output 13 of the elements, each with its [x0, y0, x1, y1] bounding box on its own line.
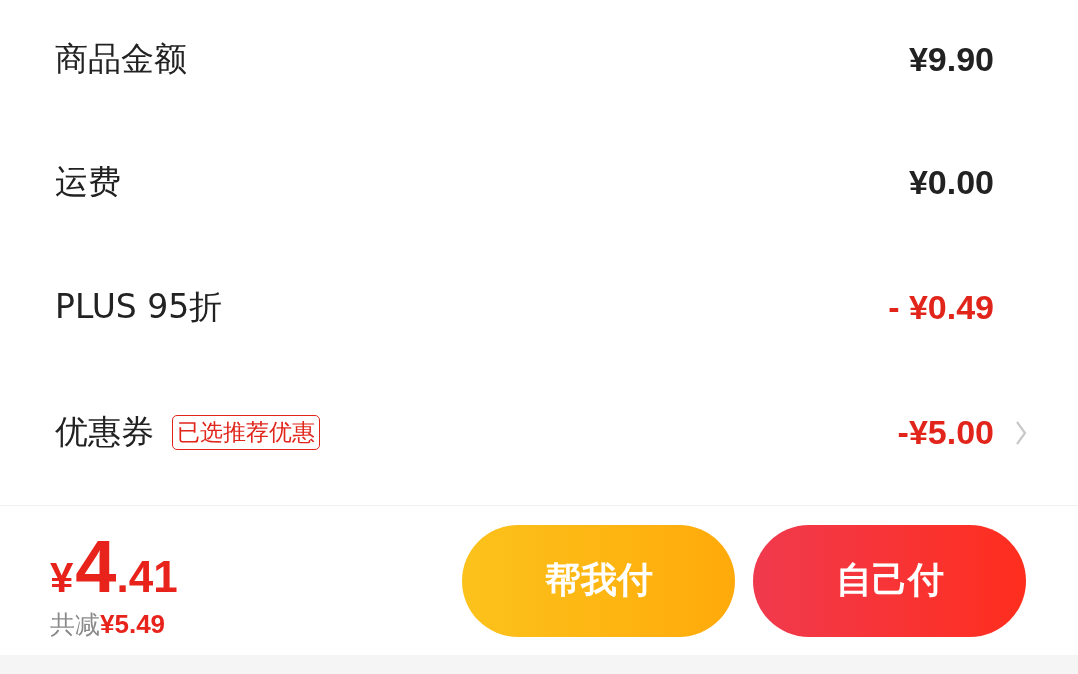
- row-label: 商品金额: [55, 37, 187, 80]
- row-amount: - ¥0.49: [888, 288, 994, 327]
- row-amount: -¥5.00: [897, 413, 994, 452]
- row-amount: ¥0.00: [908, 163, 994, 202]
- saved-amount: ¥5.49: [100, 609, 166, 640]
- coupon-tag: 已选推荐优惠: [172, 415, 320, 450]
- total-price: ¥4.41: [50, 530, 178, 604]
- row-label: 运费: [55, 161, 121, 203]
- row-amount: ¥9.90: [908, 39, 994, 79]
- row-label: PLUS 95折: [55, 286, 223, 328]
- row-label: 优惠券: [55, 411, 154, 453]
- pay-button[interactable]: 自己付: [753, 524, 1026, 637]
- saved-label: 共减: [50, 609, 100, 641]
